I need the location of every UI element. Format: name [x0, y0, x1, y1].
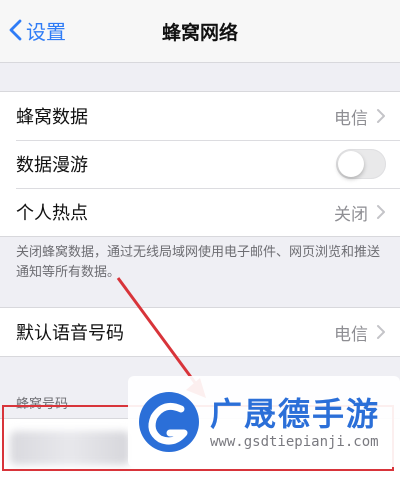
- watermark-brand: 广晟德手游: [210, 394, 381, 433]
- watermark-text: 广晟德手游 www.gsdtiepianji.com: [210, 394, 380, 450]
- watermark: 广晟德手游 www.gsdtiepianji.com: [128, 376, 400, 467]
- brand-logo-icon: [139, 391, 199, 452]
- watermark-url: www.gsdtiepianji.com: [210, 433, 379, 450]
